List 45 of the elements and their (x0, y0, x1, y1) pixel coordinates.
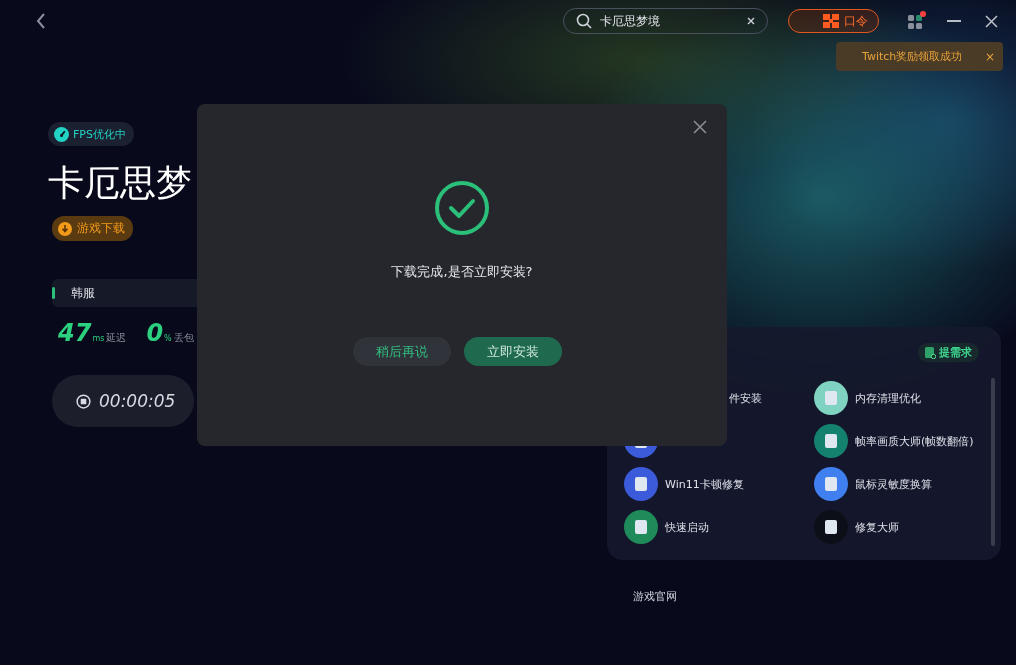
gauge-icon (54, 126, 69, 142)
tool-icon[interactable] (814, 510, 848, 544)
tool-icon[interactable] (814, 467, 848, 501)
loss-label: 丢包 (173, 331, 194, 345)
toast-close-button[interactable]: × (982, 49, 997, 64)
timer-button[interactable]: 00:00:05 (52, 375, 194, 427)
dialog-message: 下载完成,是否立即安装? (391, 263, 533, 281)
download-button[interactable]: 游戏下载 (52, 216, 133, 241)
tool-icon[interactable] (624, 510, 658, 544)
latency-unit: ms (92, 334, 105, 343)
search-icon (576, 13, 592, 29)
toast-message: Twitch奖励领取成功 (862, 49, 963, 64)
tool-name[interactable]: 修复大师 (855, 519, 899, 535)
success-icon (434, 180, 490, 236)
tool-name[interactable]: 鼠标灵敏度换算 (855, 476, 932, 492)
search-input[interactable]: 卡厄思梦境 (598, 13, 717, 29)
code-button[interactable]: 口令 (788, 9, 879, 33)
install-button[interactable]: 立即安装 (463, 337, 562, 366)
tool-icon[interactable] (624, 467, 658, 501)
loss-value: 0 (146, 319, 164, 347)
server-name: 韩服 (71, 284, 95, 302)
tool-name[interactable]: 件安装 (729, 390, 762, 406)
tool-icon[interactable] (814, 381, 848, 415)
apps-icon[interactable] (907, 11, 927, 31)
code-icon (823, 14, 839, 28)
tool-name[interactable]: 帧率画质大师(帧数翻倍) (855, 433, 974, 449)
loss-unit: % (164, 334, 172, 343)
website-link[interactable]: 游戏官网 (633, 589, 1001, 604)
tool-name[interactable]: 内存清理优化 (855, 390, 921, 406)
later-button[interactable]: 稍后再说 (352, 337, 451, 366)
document-icon (925, 346, 936, 359)
game-title: 卡厄思梦 (48, 161, 192, 205)
close-icon[interactable] (985, 14, 998, 28)
close-icon[interactable] (693, 120, 707, 134)
latency-value: 47 (58, 319, 92, 347)
tool-name[interactable]: 快速启动 (665, 519, 709, 535)
tool-name[interactable]: Win11卡顿修复 (665, 476, 744, 492)
back-icon[interactable] (36, 13, 46, 29)
tool-icon[interactable] (814, 424, 848, 458)
request-button[interactable]: 提需求 (918, 343, 979, 362)
latency-label: 延迟 (106, 331, 127, 345)
status-badge: FPS优化中 (48, 122, 134, 146)
download-icon (58, 221, 72, 236)
stop-icon (76, 393, 91, 409)
clear-icon[interactable] (747, 17, 755, 25)
